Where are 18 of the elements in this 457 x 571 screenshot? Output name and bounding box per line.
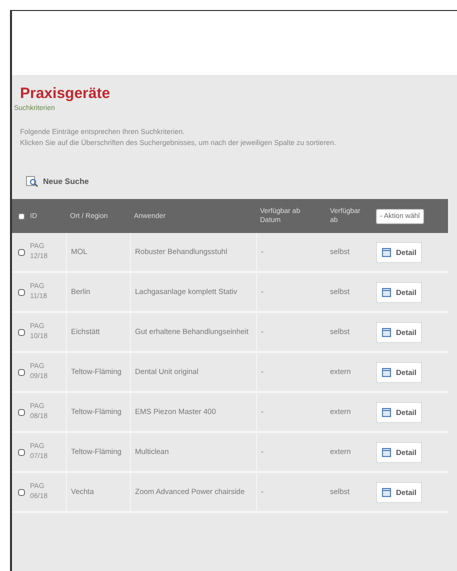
calendar-icon [382, 368, 391, 376]
calendar-icon [382, 408, 391, 416]
calendar-icon [382, 288, 391, 296]
calendar-icon [382, 448, 391, 456]
row-checkbox[interactable] [18, 328, 25, 336]
row-checkbox[interactable] [18, 248, 25, 256]
new-search-button[interactable]: Neue Suche [24, 174, 91, 189]
row-checkbox[interactable] [18, 488, 25, 496]
calendar-icon [382, 488, 391, 496]
select-all-checkbox[interactable] [18, 212, 25, 220]
row-checkbox[interactable] [18, 288, 25, 296]
calendar-icon [382, 328, 391, 336]
calendar-icon [382, 248, 391, 256]
search-icon [26, 176, 38, 187]
page-title: Praxisgeräte [20, 85, 112, 102]
row-checkbox[interactable] [18, 368, 25, 376]
row-checkbox[interactable] [18, 408, 25, 416]
row-checkbox[interactable] [18, 448, 25, 456]
